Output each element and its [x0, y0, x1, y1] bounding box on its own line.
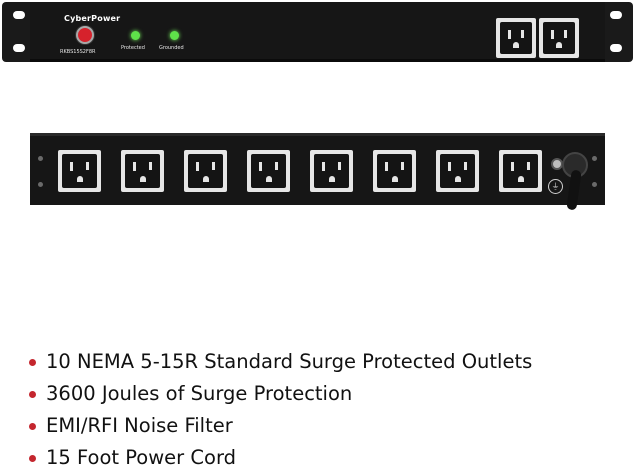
rear-outlet: [373, 150, 416, 192]
grounded-led-label: Grounded: [159, 45, 184, 51]
grounded-led-icon: [170, 31, 179, 40]
rear-screw: [592, 182, 597, 187]
list-item: 15 Foot Power Cord: [26, 442, 532, 474]
rear-outlet: [58, 150, 101, 192]
rear-outlet: [121, 150, 164, 192]
rear-outlet: [499, 150, 542, 192]
model-number: RKBS15S2F8R: [60, 49, 96, 55]
mounting-hole: [13, 11, 25, 19]
feature-text: 15 Foot Power Cord: [46, 446, 236, 469]
rear-screw: [38, 156, 43, 161]
brand-logo: CyberPower: [64, 14, 121, 23]
bullet-icon: [29, 455, 36, 462]
bullet-icon: [29, 423, 36, 430]
rear-screw: [38, 182, 43, 187]
feature-list: 10 NEMA 5-15R Standard Surge Protected O…: [26, 346, 532, 474]
ground-symbol-icon: ⏚: [548, 179, 563, 194]
feature-text: 3600 Joules of Surge Protection: [46, 382, 353, 405]
rear-screw: [592, 156, 597, 161]
rear-outlet: [310, 150, 353, 192]
circuit-breaker-button[interactable]: [76, 26, 94, 44]
rear-outlet: [184, 150, 227, 192]
feature-text: EMI/RFI Noise Filter: [46, 414, 233, 437]
list-item: 10 NEMA 5-15R Standard Surge Protected O…: [26, 346, 532, 378]
front-outlet: [496, 18, 536, 58]
protected-led-label: Protected: [121, 45, 145, 51]
rear-outlet: [247, 150, 290, 192]
mounting-hole: [610, 44, 622, 52]
pdu-front-panel: CyberPower RKBS15S2F8R Protected Grounde…: [2, 2, 633, 62]
list-item: 3600 Joules of Surge Protection: [26, 378, 532, 410]
feature-text: 10 NEMA 5-15R Standard Surge Protected O…: [46, 350, 533, 373]
mounting-hole: [13, 44, 25, 52]
front-outlet: [539, 18, 579, 58]
pdu-rear-panel: ⏚: [30, 133, 605, 205]
bullet-icon: [29, 359, 36, 366]
rear-outlet: [436, 150, 479, 192]
mounting-hole: [610, 11, 622, 19]
protected-led-icon: [131, 31, 140, 40]
list-item: EMI/RFI Noise Filter: [26, 410, 532, 442]
bullet-icon: [29, 391, 36, 398]
